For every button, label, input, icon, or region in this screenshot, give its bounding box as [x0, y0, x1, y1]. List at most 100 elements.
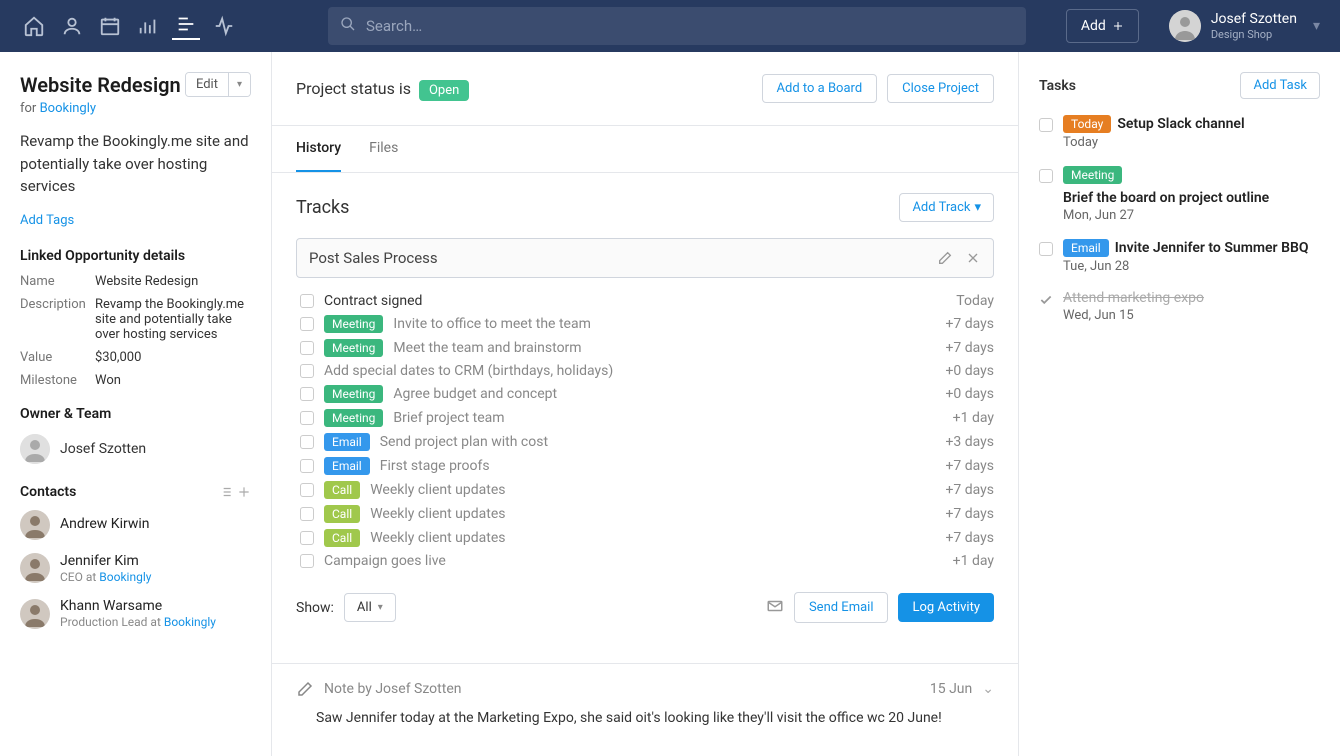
task-date: Mon, Jun 27: [1063, 208, 1320, 223]
edit-icon[interactable]: [937, 250, 953, 266]
track-text: Weekly client updates: [370, 482, 935, 498]
note-icon: [296, 680, 314, 698]
add-track-button[interactable]: Add Track ▾: [899, 193, 994, 222]
plus-icon[interactable]: [237, 485, 251, 499]
tab-files[interactable]: Files: [369, 126, 398, 172]
track-item: Meeting Meet the team and brainstorm +7 …: [296, 336, 994, 360]
task-tag: Email: [1063, 239, 1109, 257]
track-days: +7 days: [945, 506, 994, 522]
user-menu[interactable]: Josef Szotten Design Shop ▾: [1169, 10, 1320, 42]
chevron-down-icon: ▾: [1313, 18, 1320, 34]
contact-item[interactable]: Khann WarsameProduction Lead at Bookingl…: [20, 597, 251, 631]
track-checkbox[interactable]: [300, 531, 314, 545]
track-days: +3 days: [945, 434, 994, 450]
log-activity-button[interactable]: Log Activity: [898, 593, 994, 622]
chevron-down-icon: ▾: [378, 602, 383, 613]
track-item: Meeting Agree budget and concept +0 days: [296, 382, 994, 406]
person-icon[interactable]: [58, 12, 86, 40]
edit-button[interactable]: Edit: [186, 73, 228, 96]
company-link[interactable]: Bookingly: [164, 615, 216, 629]
chevron-down-icon[interactable]: ⌄: [982, 681, 994, 697]
track-checkbox[interactable]: [300, 341, 314, 355]
contact-item[interactable]: Andrew Kirwin: [20, 510, 251, 540]
send-email-button[interactable]: Send Email: [794, 592, 889, 623]
task-date: Wed, Jun 15: [1063, 308, 1320, 323]
envelope-icon[interactable]: [766, 597, 784, 619]
track-checkbox[interactable]: [300, 507, 314, 521]
track-text: Meet the team and brainstorm: [393, 340, 935, 356]
track-item: Email First stage proofs +7 days: [296, 454, 994, 478]
track-text: Agree budget and concept: [393, 386, 935, 402]
pipeline-icon[interactable]: [134, 12, 162, 40]
task-name: Setup Slack channel: [1117, 116, 1244, 132]
show-filter-select[interactable]: All ▾: [344, 593, 396, 622]
task-checkbox[interactable]: [1039, 293, 1053, 307]
track-tag: Call: [324, 529, 360, 547]
track-text: Weekly client updates: [370, 506, 935, 522]
task-checkbox[interactable]: [1039, 169, 1053, 183]
owner-row[interactable]: Josef Szotten: [20, 434, 251, 464]
add-tags-link[interactable]: Add Tags: [20, 213, 74, 228]
track-text: Campaign goes live: [324, 553, 943, 569]
track-checkbox[interactable]: [300, 483, 314, 497]
add-button[interactable]: Add: [1066, 9, 1139, 43]
avatar: [20, 553, 50, 583]
track-checkbox[interactable]: [300, 387, 314, 401]
track-days: +0 days: [945, 363, 994, 379]
for-line: for Bookingly: [20, 101, 251, 116]
task-item: EmailInvite Jennifer to Summer BBQ Tue, …: [1039, 239, 1320, 274]
projects-icon[interactable]: [172, 12, 200, 40]
track-days: +0 days: [945, 386, 994, 402]
add-label: Add: [1081, 18, 1106, 34]
task-checkbox[interactable]: [1039, 118, 1053, 132]
track-item: Campaign goes live +1 day: [296, 550, 994, 572]
owner-team-title: Owner & Team: [20, 406, 251, 422]
opportunity-description: Revamp the Bookingly.me site and potenti…: [95, 297, 251, 342]
track-tag: Email: [324, 433, 370, 451]
show-label: Show:: [296, 600, 334, 616]
contact-item[interactable]: Jennifer KimCEO at Bookingly: [20, 552, 251, 586]
close-project-button[interactable]: Close Project: [887, 74, 994, 103]
org-link[interactable]: Bookingly: [40, 101, 96, 116]
track-days: +7 days: [945, 458, 994, 474]
task-checkbox[interactable]: [1039, 242, 1053, 256]
track-item: Meeting Invite to office to meet the tea…: [296, 312, 994, 336]
edit-button-group[interactable]: Edit ▾: [185, 72, 251, 97]
activity-icon[interactable]: [210, 12, 238, 40]
track-days: +7 days: [945, 530, 994, 546]
list-icon[interactable]: [219, 485, 233, 499]
task-name: Brief the board on project outline: [1063, 190, 1269, 206]
track-checkbox[interactable]: [300, 435, 314, 449]
calendar-icon[interactable]: [96, 12, 124, 40]
edit-dropdown[interactable]: ▾: [228, 73, 250, 96]
search-input[interactable]: [328, 7, 1026, 45]
company-link[interactable]: Bookingly: [99, 570, 151, 584]
add-task-button[interactable]: Add Task: [1240, 72, 1320, 99]
detail-label: Milestone: [20, 373, 95, 388]
track-tag: Meeting: [324, 339, 383, 357]
track-checkbox[interactable]: [300, 364, 314, 378]
close-icon[interactable]: [965, 250, 981, 266]
left-sidebar: Website Redesign Edit ▾ for Bookingly Re…: [0, 52, 272, 756]
track-checkbox[interactable]: [300, 411, 314, 425]
track-checkbox[interactable]: [300, 294, 314, 308]
owner-name: Josef Szotten: [60, 441, 146, 457]
opportunity-name[interactable]: Website Redesign: [95, 274, 198, 289]
track-checkbox[interactable]: [300, 317, 314, 331]
home-icon[interactable]: [20, 12, 48, 40]
avatar: [20, 599, 50, 629]
track-tag: Meeting: [324, 315, 383, 333]
note-byline: Note by Josef Szotten: [324, 681, 461, 697]
tracks-heading: Tracks: [296, 197, 349, 218]
project-title: Website Redesign: [20, 73, 181, 97]
track-checkbox[interactable]: [300, 554, 314, 568]
tabs: History Files: [272, 125, 1018, 173]
track-checkbox[interactable]: [300, 459, 314, 473]
task-date: Today: [1063, 135, 1320, 150]
add-to-board-button[interactable]: Add to a Board: [762, 74, 878, 103]
track-text: Send project plan with cost: [380, 434, 936, 450]
task-tag: Today: [1063, 115, 1111, 133]
track-text: Weekly client updates: [370, 530, 935, 546]
tab-history[interactable]: History: [296, 126, 341, 172]
track-item: Call Weekly client updates +7 days: [296, 502, 994, 526]
